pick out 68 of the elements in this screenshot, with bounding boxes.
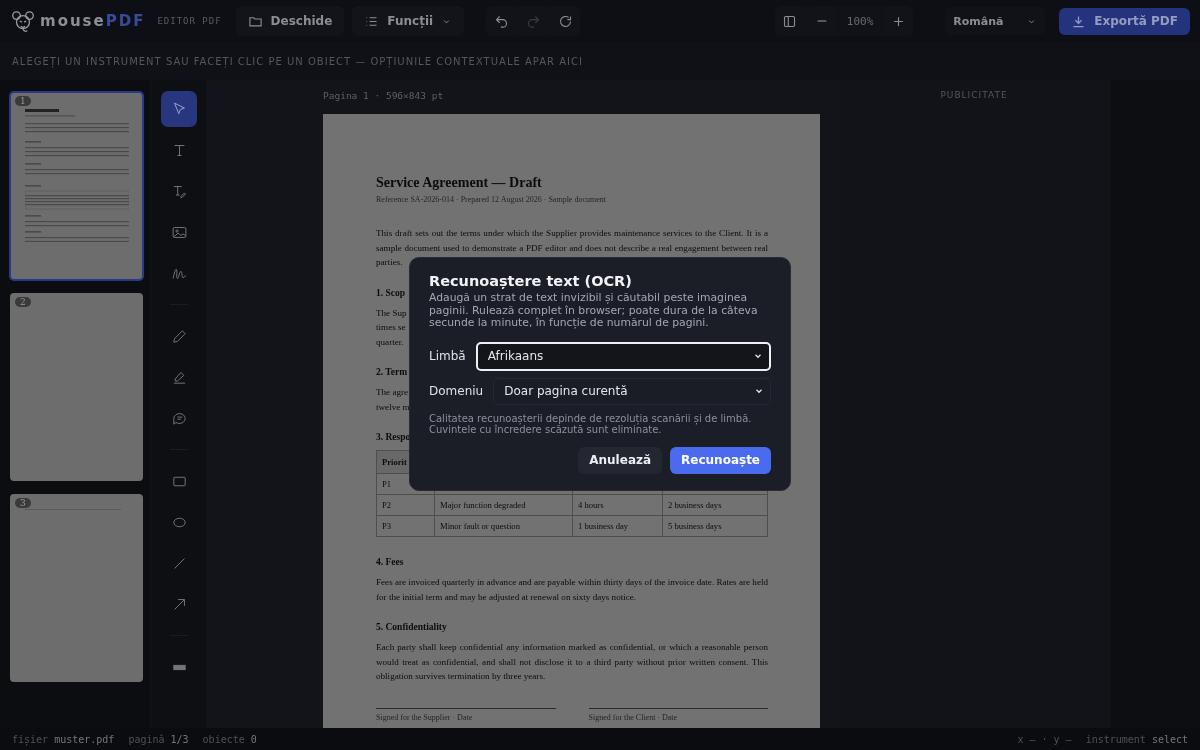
status-label: obiecte: [202, 733, 245, 745]
open-button[interactable]: Deschide: [235, 6, 345, 36]
table-cell: Major function degraded: [440, 500, 526, 510]
redo-icon: [525, 13, 541, 29]
status-value: muster.pdf: [54, 733, 115, 745]
zoom-level: 100%: [845, 14, 875, 28]
page-number-badge: 2: [15, 297, 31, 307]
table-cell: P2: [382, 500, 392, 510]
export-pdf-button[interactable]: Exportă PDF: [1059, 7, 1190, 35]
section-heading: 4. Fees: [376, 557, 404, 567]
status-value: 1/3: [170, 733, 189, 745]
dialog-title: Recunoaștere text (OCR): [429, 273, 633, 289]
status-value: select: [1151, 733, 1188, 745]
page-number-badge: 1: [15, 96, 31, 106]
dialog-note: Calitatea recunoașterii depinde de rezoluția scanării și de limbă. Cuvintele cu încredere scăzută sunt eliminate.: [429, 412, 753, 435]
table-cell: 1 business day: [578, 521, 629, 531]
section-heading: 3. Respo: [376, 432, 411, 442]
dialog-description: Adaugă un strat de text invizibil și căutabil peste imaginea paginii. Rulează complet în browser; poate dura de la câteva secunde la minute, în funcție de numărul de pagini.: [429, 292, 759, 330]
table-cell: P3: [382, 521, 392, 531]
text-line: times se: [376, 322, 406, 332]
table-cell: P1: [382, 479, 392, 489]
page-thumbnail[interactable]: 1: [10, 92, 143, 280]
recognize-button[interactable]: Recunoaște: [670, 446, 771, 474]
status-value: 0: [250, 733, 257, 745]
page-thumbnail[interactable]: 2: [10, 293, 143, 481]
features-menu-button[interactable]: Funcții: [352, 6, 465, 36]
signature-label: Signed for the Supplier · Date: [376, 712, 473, 722]
document-reference: Reference SA-2026-014 · Prepared 12 August 2026 · Sample document: [376, 195, 607, 204]
document-title: Service Agreement — Draft: [376, 175, 543, 191]
status-label: fișier: [12, 733, 49, 745]
paragraph: This draft sets out the terms under which the Supplier provides maintenance services to the Client. It is a sample document used to demonstrate a PDF editor and does not describe a real engagement between real parties.: [376, 227, 768, 269]
sidebar-icon: [782, 13, 798, 29]
page-thumbnail[interactable]: 3: [10, 494, 143, 682]
page-number-badge: 3: [15, 498, 31, 508]
table-cell: 4 hours: [578, 500, 604, 510]
section-heading: 5. Confidentiality: [376, 622, 447, 632]
section-heading: 2. Term: [376, 367, 408, 377]
app-subtitle: EDITOR PDF: [157, 16, 222, 26]
table-header: Priorit: [382, 457, 407, 467]
signature-label: Signed for the Client · Date: [588, 712, 678, 722]
cancel-button[interactable]: Anulează: [578, 446, 663, 474]
paragraph: Each party shall keep confidential any information marked as confidential, or which a reasonable person would treat as confidential, and shall not disclose it to a third party without prior written consent. This obligation survives termination by three years.: [376, 641, 768, 683]
text-line: The agre: [376, 387, 409, 397]
select-tool[interactable]: [161, 91, 197, 127]
mouse-logo-icon: [10, 8, 36, 34]
cursor-coordinates: x — · y —: [1017, 733, 1072, 745]
undo-icon: [493, 13, 509, 29]
status-label: instrument: [1085, 733, 1146, 745]
text-line: quarter.: [376, 336, 404, 347]
text-line: The Sup: [376, 307, 407, 318]
field-label: Limbă: [429, 349, 466, 364]
paragraph: Fees are invoiced quarterly in advance and are payable within thirty days of the invoice date. Rates are held for the initial term and may be adjusted at renewal on sixty days notice.: [376, 576, 768, 604]
page-label: Pagina 1 · 596×843 pt: [323, 90, 445, 103]
table-cell: 5 business days: [668, 521, 722, 531]
status-label: pagină: [128, 733, 165, 745]
minus-icon: [816, 20, 827, 22]
context-hint: ALEGEȚI UN INSTRUMENT SAU FACEȚI CLIC PE UN OBIECT — OPȚIUNILE CONTEXTUALE APAR AICI: [12, 55, 583, 67]
reload-icon: [557, 13, 573, 29]
text-line: twelve m: [376, 401, 410, 412]
pencil-icon: [170, 327, 188, 345]
field-label: Domeniu: [429, 384, 484, 399]
dropdown-field[interactable]: Doar pagina curentă: [493, 377, 771, 405]
table-cell: 2 business days: [668, 500, 722, 510]
ad-label: PUBLICITATE: [940, 90, 1008, 102]
section-heading: 1. Scop: [376, 287, 406, 298]
table-cell: Minor fault or question: [440, 521, 520, 531]
dropdown-field[interactable]: Afrikaans: [475, 341, 771, 371]
app-name: mouse PDF: [40, 12, 146, 30]
